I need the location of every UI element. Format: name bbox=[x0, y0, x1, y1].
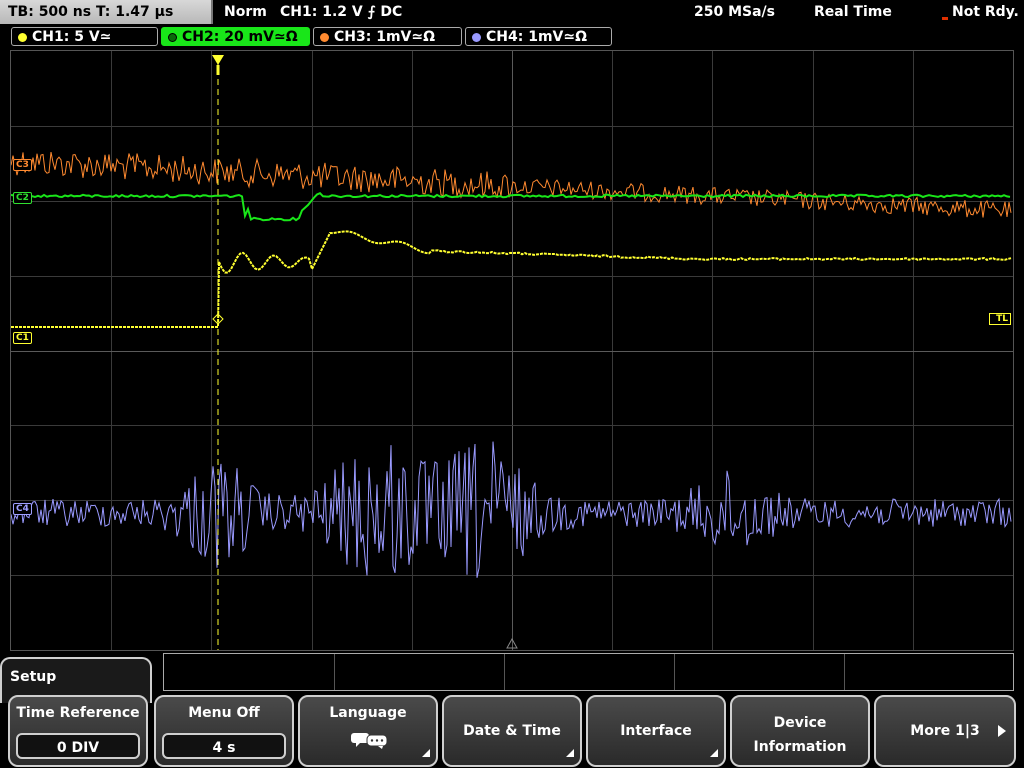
trigger-level-marker[interactable]: TL bbox=[989, 313, 1011, 325]
channel-4-marker[interactable]: C4 bbox=[13, 503, 32, 515]
time-reference-label: Time Reference bbox=[16, 705, 140, 721]
trigger-readout[interactable]: CH1: 1.2 V ⨍ DC bbox=[280, 0, 402, 24]
sample-rate-readout: 250 MSa/s bbox=[694, 4, 776, 20]
device-information-line1: Device bbox=[773, 715, 827, 731]
trigger-position-icon bbox=[212, 55, 224, 65]
status-bar: TB: 500 ns T: 1.47 µs Norm CH1: 1.2 V ⨍ … bbox=[0, 0, 1024, 26]
channel-2-trace bbox=[11, 192, 1011, 222]
trigger-position-icon-stem bbox=[216, 65, 220, 75]
channel-3-marker[interactable]: C3 bbox=[13, 159, 32, 171]
channel-1-trace bbox=[11, 230, 1012, 328]
language-button[interactable]: Language bbox=[298, 695, 438, 767]
time-reference-icon bbox=[506, 637, 518, 649]
interface-button[interactable]: Interface bbox=[586, 695, 726, 767]
message-bar-divider bbox=[674, 654, 675, 690]
language-label: Language bbox=[329, 705, 407, 721]
channel-1-label: CH1: 5 V≃ bbox=[32, 29, 112, 45]
device-information-button[interactable]: Device Information bbox=[730, 695, 870, 767]
device-information-line2: Information bbox=[753, 739, 847, 755]
waveforms bbox=[11, 55, 1012, 650]
channel-3-label: CH3: 1mV≃Ω bbox=[334, 29, 436, 45]
channel-4-dot-icon bbox=[472, 33, 481, 42]
menu-area: Setup Time Reference 0 DIV Menu Off 4 s … bbox=[0, 651, 1024, 768]
channel-2-dot-icon bbox=[168, 33, 177, 42]
waveform-display[interactable]: C3 C2 C1 C4 TL bbox=[10, 50, 1014, 651]
acquisition-mode[interactable]: Norm bbox=[224, 0, 267, 24]
ready-state: Not Rdy. bbox=[952, 4, 1019, 20]
menu-off-value: 4 s bbox=[162, 733, 286, 759]
channel-4-label: CH4: 1mV≃Ω bbox=[486, 29, 588, 45]
channel-1-marker[interactable]: C1 bbox=[13, 332, 32, 344]
channel-4-trace bbox=[11, 441, 1012, 578]
message-bar-divider bbox=[504, 654, 505, 690]
more-label: More 1|3 bbox=[910, 723, 980, 739]
speech-bubbles-icon bbox=[351, 733, 388, 749]
message-bar-divider bbox=[334, 654, 335, 690]
more-arrow-icon bbox=[998, 725, 1006, 737]
run-mode-readout: Real Time bbox=[814, 4, 892, 20]
message-bar-divider bbox=[844, 654, 845, 690]
timebase-readout[interactable]: TB: 500 ns T: 1.47 µs bbox=[0, 0, 213, 24]
interface-label: Interface bbox=[620, 723, 692, 739]
channel-3-dot-icon bbox=[320, 33, 329, 42]
channel-2-marker[interactable]: C2 bbox=[13, 192, 32, 204]
submenu-corner-icon bbox=[566, 749, 574, 757]
more-button[interactable]: More 1|3 bbox=[874, 695, 1016, 767]
message-bar bbox=[163, 653, 1014, 691]
date-time-label: Date & Time bbox=[463, 723, 561, 739]
menu-off-button[interactable]: Menu Off 4 s bbox=[154, 695, 294, 767]
channel-2-tab[interactable]: CH2: 20 mV≃Ω bbox=[161, 27, 310, 46]
channel-1-tab[interactable]: CH1: 5 V≃ bbox=[11, 27, 158, 46]
channel-4-tab[interactable]: CH4: 1mV≃Ω bbox=[465, 27, 612, 46]
submenu-corner-icon bbox=[710, 749, 718, 757]
submenu-corner-icon bbox=[422, 749, 430, 757]
device-information-label: Device Information bbox=[732, 711, 868, 759]
channel-3-trace bbox=[11, 152, 1012, 218]
channel-1-dot-icon bbox=[18, 33, 27, 42]
channel-tab-row: CH1: 5 V≃ CH2: 20 mV≃Ω CH3: 1mV≃Ω CH4: 1… bbox=[0, 26, 1024, 48]
ready-indicator-icon bbox=[942, 17, 948, 20]
menu-off-label: Menu Off bbox=[188, 705, 260, 721]
channel-3-tab[interactable]: CH3: 1mV≃Ω bbox=[313, 27, 462, 46]
time-reference-value: 0 DIV bbox=[16, 733, 140, 759]
date-time-button[interactable]: Date & Time bbox=[442, 695, 582, 767]
time-reference-button[interactable]: Time Reference 0 DIV bbox=[8, 695, 148, 767]
channel-2-label: CH2: 20 mV≃Ω bbox=[182, 29, 298, 45]
